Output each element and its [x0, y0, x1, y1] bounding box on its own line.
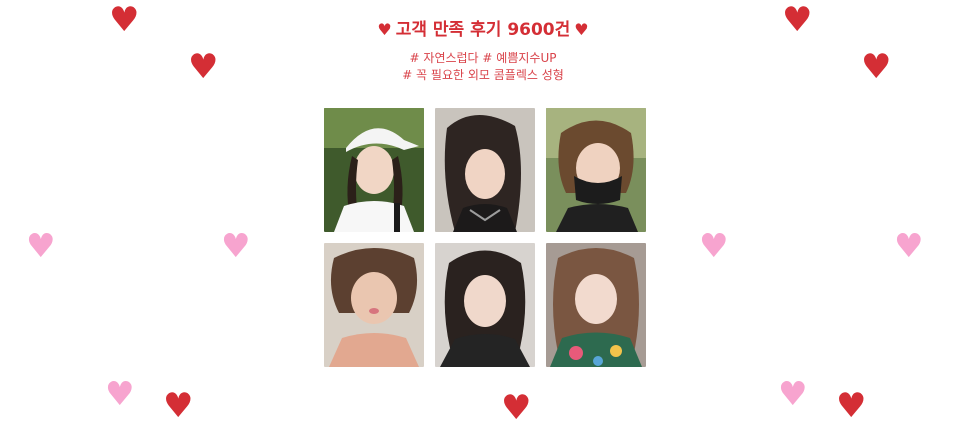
- heart-icon: ♥: [778, 374, 808, 413]
- review-photo-3: [546, 108, 646, 232]
- review-photo-1: [324, 108, 424, 232]
- page-title: ♥ 고객 만족 후기 9600건 ♥: [0, 15, 966, 40]
- hashtags-line-1: # 자연스럽다 # 예쁨지수UP: [409, 51, 557, 65]
- review-photo-6: [546, 243, 646, 367]
- heart-icon: ♥: [699, 226, 729, 265]
- heart-icon: ♥: [221, 226, 251, 265]
- heart-icon: ♥: [894, 226, 924, 265]
- heart-icon: ♥: [377, 20, 392, 39]
- heart-icon: ♥: [501, 388, 532, 428]
- title-text: 고객 만족 후기 9600건: [395, 20, 571, 40]
- heart-icon: ♥: [105, 374, 135, 413]
- hashtags-line-2: # 꼭 필요한 외모 콤플렉스 성형: [402, 68, 564, 82]
- heart-icon: ♥: [26, 226, 56, 265]
- heart-icon: ♥: [574, 20, 589, 39]
- review-photo-5: [435, 243, 535, 367]
- heart-icon: ♥: [836, 386, 867, 426]
- heart-icon: ♥: [163, 386, 194, 426]
- review-photo-4: [324, 243, 424, 367]
- review-photo-2: [435, 108, 535, 232]
